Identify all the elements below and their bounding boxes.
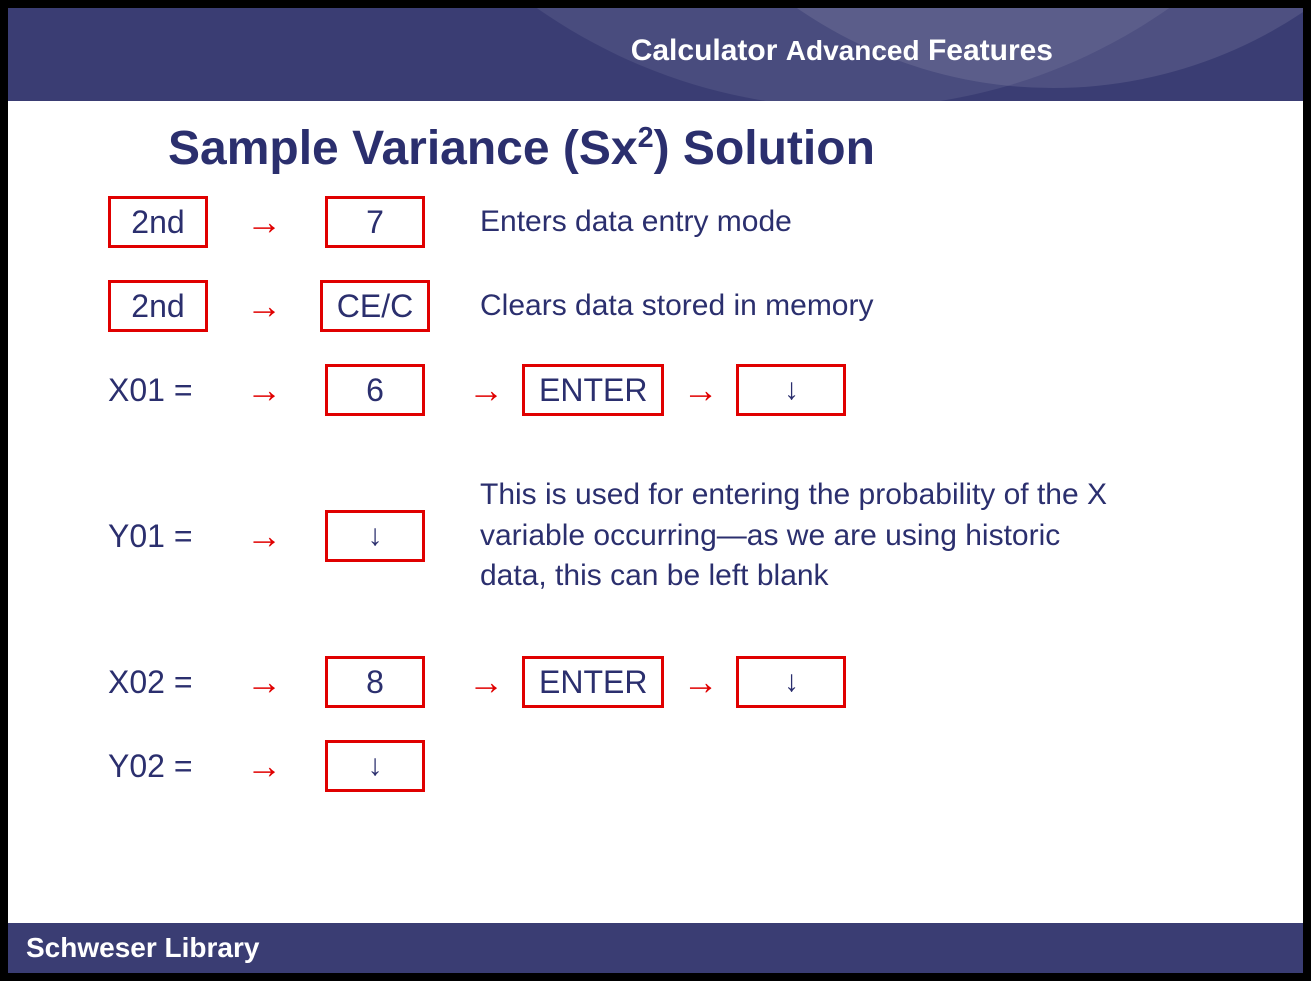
arrow-down-icon: ↓: [368, 749, 383, 783]
calc-key-7: 7: [325, 196, 425, 248]
slide: Calculator Advanced Features Sample Vari…: [8, 8, 1303, 973]
arrow-right-icon: →: [468, 664, 504, 700]
step-description: Clears data stored in memory: [480, 286, 874, 327]
step-row: X01 = → 6 → ENTER → ↓: [108, 362, 1243, 418]
calc-key-down: ↓: [736, 656, 846, 708]
arrow-down-icon: ↓: [784, 665, 799, 699]
arrow-down-icon: ↓: [784, 373, 799, 407]
step-row: Y02 = → ↓: [108, 738, 1243, 794]
calc-key-down: ↓: [325, 740, 425, 792]
display-label-y01: Y01 =: [108, 510, 228, 562]
header-word: Calculator: [631, 34, 778, 67]
page-title: Sample Variance (Sx2) Solution: [168, 121, 1243, 176]
footer-text: Schweser Library: [26, 932, 259, 964]
calc-key-6: 6: [325, 364, 425, 416]
title-superscript: 2: [638, 122, 654, 154]
arrow-down-icon: ↓: [368, 519, 383, 553]
header-title: Calculator Advanced Features: [631, 34, 1053, 68]
calc-key-enter: ENTER: [522, 656, 664, 708]
arrow-right-icon: →: [246, 748, 282, 784]
slide-header: Calculator Advanced Features: [8, 8, 1303, 101]
calc-key-down: ↓: [736, 364, 846, 416]
arrow-right-icon: →: [246, 518, 282, 554]
display-label-x02: X02 =: [108, 656, 228, 708]
arrow-right-icon: →: [468, 372, 504, 408]
display-label-y02: Y02 =: [108, 740, 228, 792]
step-row: 2nd → CE/C Clears data stored in memory: [108, 278, 1243, 334]
arrow-right-icon: →: [246, 288, 282, 324]
calc-key-cec: CE/C: [320, 280, 430, 332]
title-part: Sample Variance (Sx: [168, 122, 638, 175]
step-row: X02 = → 8 → ENTER → ↓: [108, 654, 1243, 710]
header-word: Advanced: [786, 35, 920, 66]
arrow-right-icon: →: [246, 664, 282, 700]
calc-key-8: 8: [325, 656, 425, 708]
step-description: This is used for entering the probabilit…: [480, 475, 1120, 597]
step-row: 2nd → 7 Enters data entry mode: [108, 194, 1243, 250]
calc-key-2nd: 2nd: [108, 196, 208, 248]
calc-key-down: ↓: [325, 510, 425, 562]
display-label-x01: X01 =: [108, 364, 228, 416]
arrow-right-icon: →: [246, 372, 282, 408]
calc-key-enter: ENTER: [522, 364, 664, 416]
title-part: ) Solution: [654, 122, 875, 175]
arrow-right-icon: →: [682, 664, 718, 700]
arrow-right-icon: →: [246, 204, 282, 240]
header-word: Features: [928, 34, 1053, 67]
calc-key-2nd: 2nd: [108, 280, 208, 332]
step-row: Y01 = → ↓ This is used for entering the …: [108, 446, 1243, 626]
slide-footer: Schweser Library: [8, 923, 1303, 973]
slide-content: Sample Variance (Sx2) Solution 2nd → 7 E…: [8, 101, 1303, 923]
arrow-right-icon: →: [682, 372, 718, 408]
step-description: Enters data entry mode: [480, 202, 792, 243]
